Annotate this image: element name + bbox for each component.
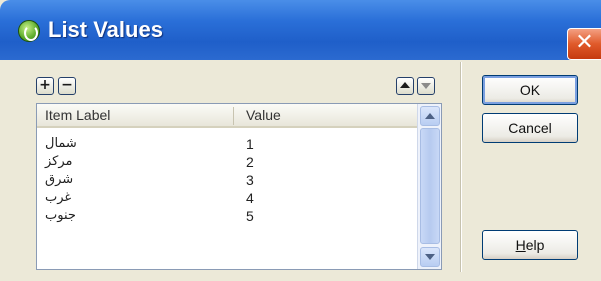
list-row[interactable]: شمال 1 (45, 136, 405, 152)
row-value: 2 (246, 154, 254, 170)
arrow-up-icon (400, 82, 410, 88)
scroll-down-button[interactable] (420, 247, 440, 267)
title-bar[interactable]: List Values (0, 0, 601, 60)
list-values-dialog: List Values ✕ + − Item Label Value شمال … (0, 0, 601, 281)
cancel-button[interactable]: Cancel (482, 113, 578, 143)
arrow-down-icon (421, 83, 431, 89)
scroll-up-button[interactable] (420, 106, 440, 126)
help-button[interactable]: Help (482, 230, 578, 260)
list-row[interactable]: غرب 4 (45, 190, 405, 206)
row-label: غرب (45, 190, 72, 205)
vertical-divider (460, 62, 462, 272)
help-mnemonic: H (515, 237, 526, 253)
row-value: 3 (246, 172, 254, 188)
row-value: 4 (246, 190, 254, 206)
move-down-button[interactable] (417, 77, 435, 95)
row-value: 5 (246, 208, 254, 224)
ok-button[interactable]: OK (482, 75, 578, 105)
add-item-button[interactable]: + (36, 77, 54, 95)
column-header-value[interactable]: Value (246, 107, 281, 123)
row-value: 1 (246, 136, 254, 152)
close-button[interactable]: ✕ (567, 28, 601, 60)
column-separator[interactable] (233, 107, 234, 125)
list-header: Item Label Value (37, 104, 417, 128)
row-label: مرکز (45, 154, 73, 169)
chevron-up-icon (425, 113, 435, 119)
vertical-scrollbar[interactable] (417, 104, 441, 269)
window-title: List Values (48, 17, 163, 42)
row-label: جنوب (45, 208, 76, 223)
scroll-thumb[interactable] (420, 128, 440, 244)
chevron-down-icon (425, 254, 435, 260)
remove-item-button[interactable]: − (58, 77, 76, 95)
column-header-item-label[interactable]: Item Label (45, 107, 110, 123)
list-row[interactable]: شرق 3 (45, 172, 405, 188)
row-label: شمال (45, 136, 77, 151)
move-up-button[interactable] (396, 77, 414, 95)
list-row[interactable]: مرکز 2 (45, 154, 405, 170)
values-list[interactable]: Item Label Value شمال 1 مرکز 2 شرق 3 غرب… (36, 103, 442, 270)
row-label: شرق (45, 172, 74, 187)
help-label: elp (525, 237, 545, 253)
list-row[interactable]: جنوب 5 (45, 208, 405, 224)
app-icon (18, 20, 40, 42)
